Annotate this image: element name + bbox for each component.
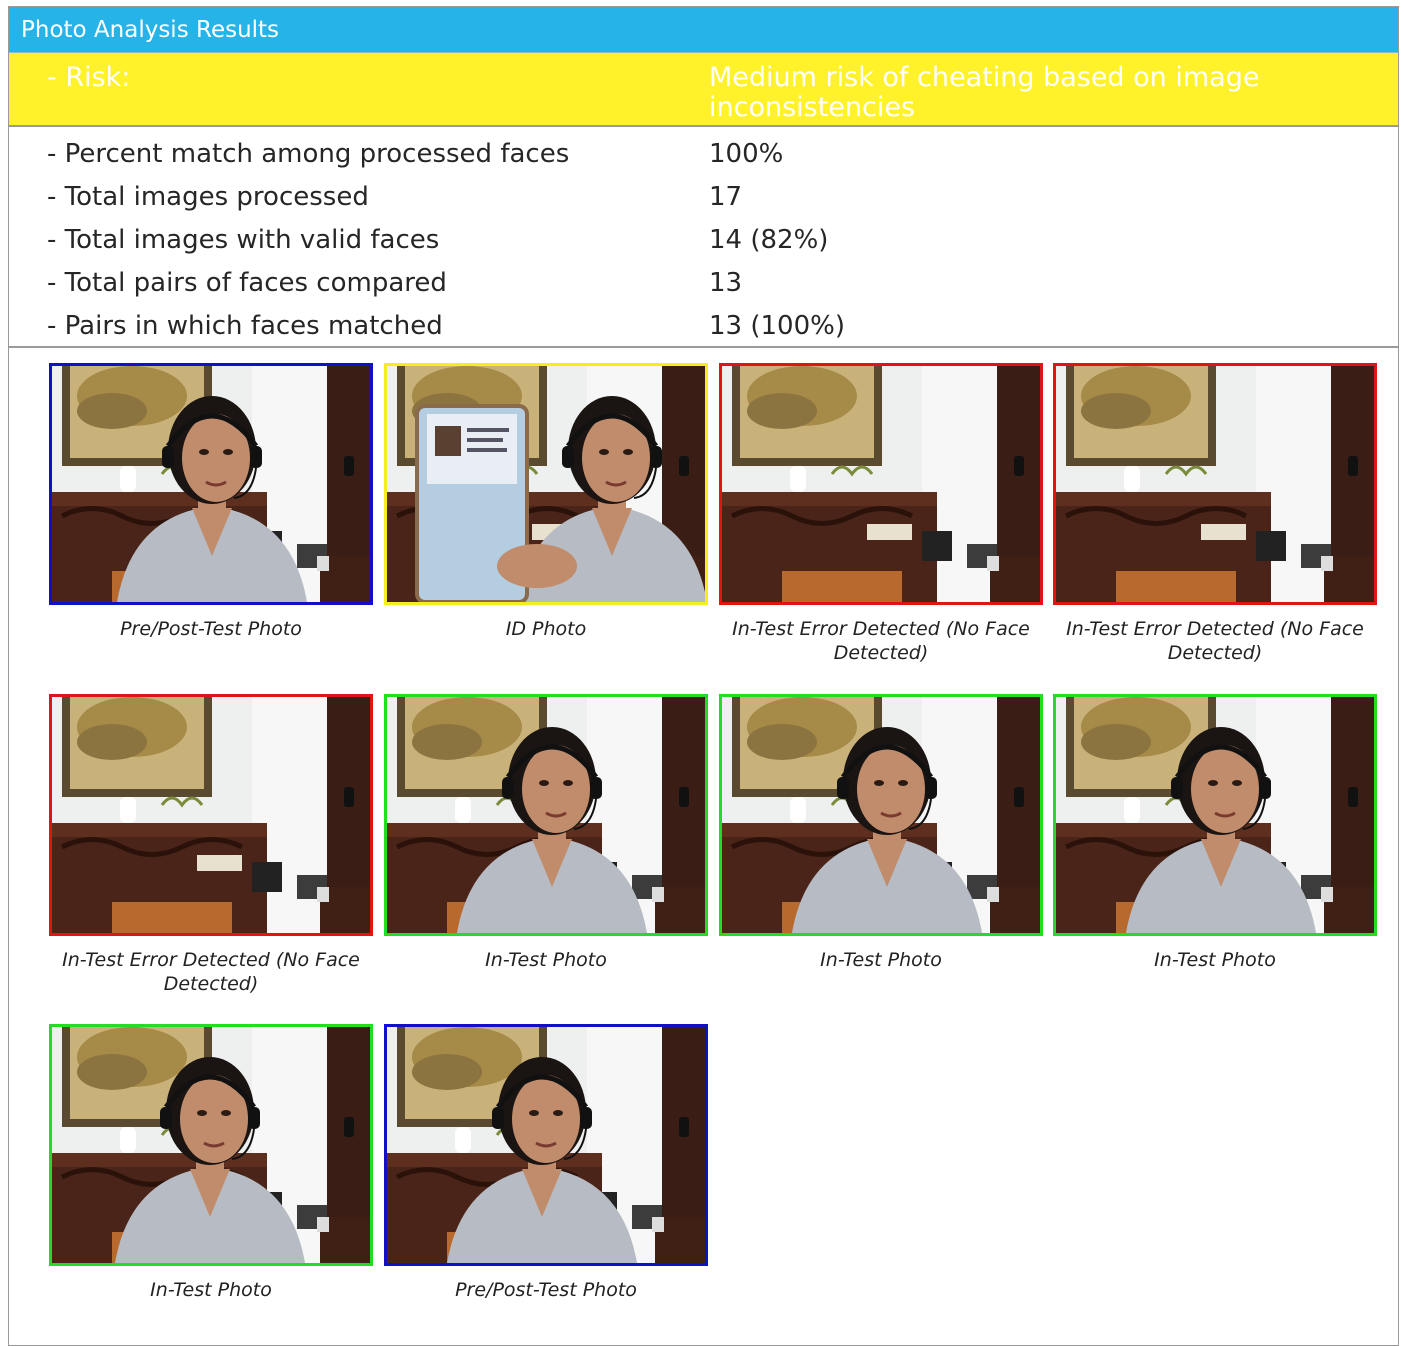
photo-thumbnail[interactable]	[1053, 694, 1377, 936]
photo-caption: Pre/Post-Test Photo	[120, 618, 302, 640]
photo-caption: In-Test Error Detected (No Face Detected…	[1066, 618, 1364, 664]
photo-thumbnail[interactable]	[49, 1024, 373, 1266]
photo-image	[52, 366, 370, 602]
stat-row: - Pairs in which faces matched 13 (100%)	[9, 305, 1398, 348]
risk-row: - Risk: Medium risk of cheating based on…	[9, 53, 1398, 127]
photo-image	[1056, 697, 1374, 933]
stat-row: - Percent match among processed faces 10…	[9, 133, 1398, 176]
stat-label: - Total pairs of faces compared	[47, 268, 447, 298]
photo-caption: In-Test Photo	[1154, 949, 1276, 971]
stat-value: 13 (100%)	[709, 311, 845, 341]
stat-label: - Pairs in which faces matched	[47, 311, 443, 341]
panel-title: Photo Analysis Results	[21, 17, 280, 43]
photo-caption: Pre/Post-Test Photo	[455, 1279, 637, 1301]
photo-caption: ID Photo	[505, 618, 587, 640]
photo-thumbnail[interactable]	[384, 694, 708, 936]
photo-thumbnail[interactable]	[1053, 363, 1377, 605]
photo-caption: In-Test Photo	[820, 949, 942, 971]
stats-table: - Percent match among processed faces 10…	[9, 127, 1398, 348]
photo-image	[52, 697, 370, 933]
stat-label: - Total images processed	[47, 182, 369, 212]
photo-thumbnail[interactable]	[384, 1024, 708, 1266]
stat-value: 14 (82%)	[709, 225, 829, 255]
photo-analysis-panel: Photo Analysis Results - Risk: Medium ri…	[8, 6, 1399, 1346]
photo-caption: In-Test Error Detected (No Face Detected…	[732, 618, 1030, 664]
stat-value: 17	[709, 182, 743, 212]
stat-row: - Total images with valid faces 14 (82%)	[9, 219, 1398, 262]
risk-label: - Risk:	[47, 62, 131, 93]
risk-value: Medium risk of cheating based on image i…	[709, 63, 1260, 123]
stat-row: - Total images processed 17	[9, 176, 1398, 219]
photo-caption: In-Test Photo	[485, 949, 607, 971]
photo-caption: In-Test Photo	[150, 1279, 272, 1301]
photo-image	[1056, 366, 1374, 602]
stat-value: 13	[709, 268, 743, 298]
photo-thumbnail[interactable]	[719, 694, 1043, 936]
photo-image	[722, 697, 1040, 933]
photo-image	[387, 1027, 705, 1263]
panel-header: Photo Analysis Results	[9, 7, 1398, 53]
stat-label: - Total images with valid faces	[47, 225, 440, 255]
photo-thumbnail[interactable]	[719, 363, 1043, 605]
photo-thumbnail[interactable]	[49, 363, 373, 605]
photo-image	[52, 1027, 370, 1263]
photo-thumbnail[interactable]	[49, 694, 373, 936]
stat-label: - Percent match among processed faces	[47, 139, 570, 169]
stat-value: 100%	[709, 139, 784, 169]
photo-thumbnail[interactable]	[384, 363, 708, 605]
photo-caption: In-Test Error Detected (No Face Detected…	[62, 949, 360, 995]
photo-image	[722, 366, 1040, 602]
stat-row: - Total pairs of faces compared 13	[9, 262, 1398, 305]
photo-image	[387, 697, 705, 933]
photo-image	[387, 366, 705, 602]
